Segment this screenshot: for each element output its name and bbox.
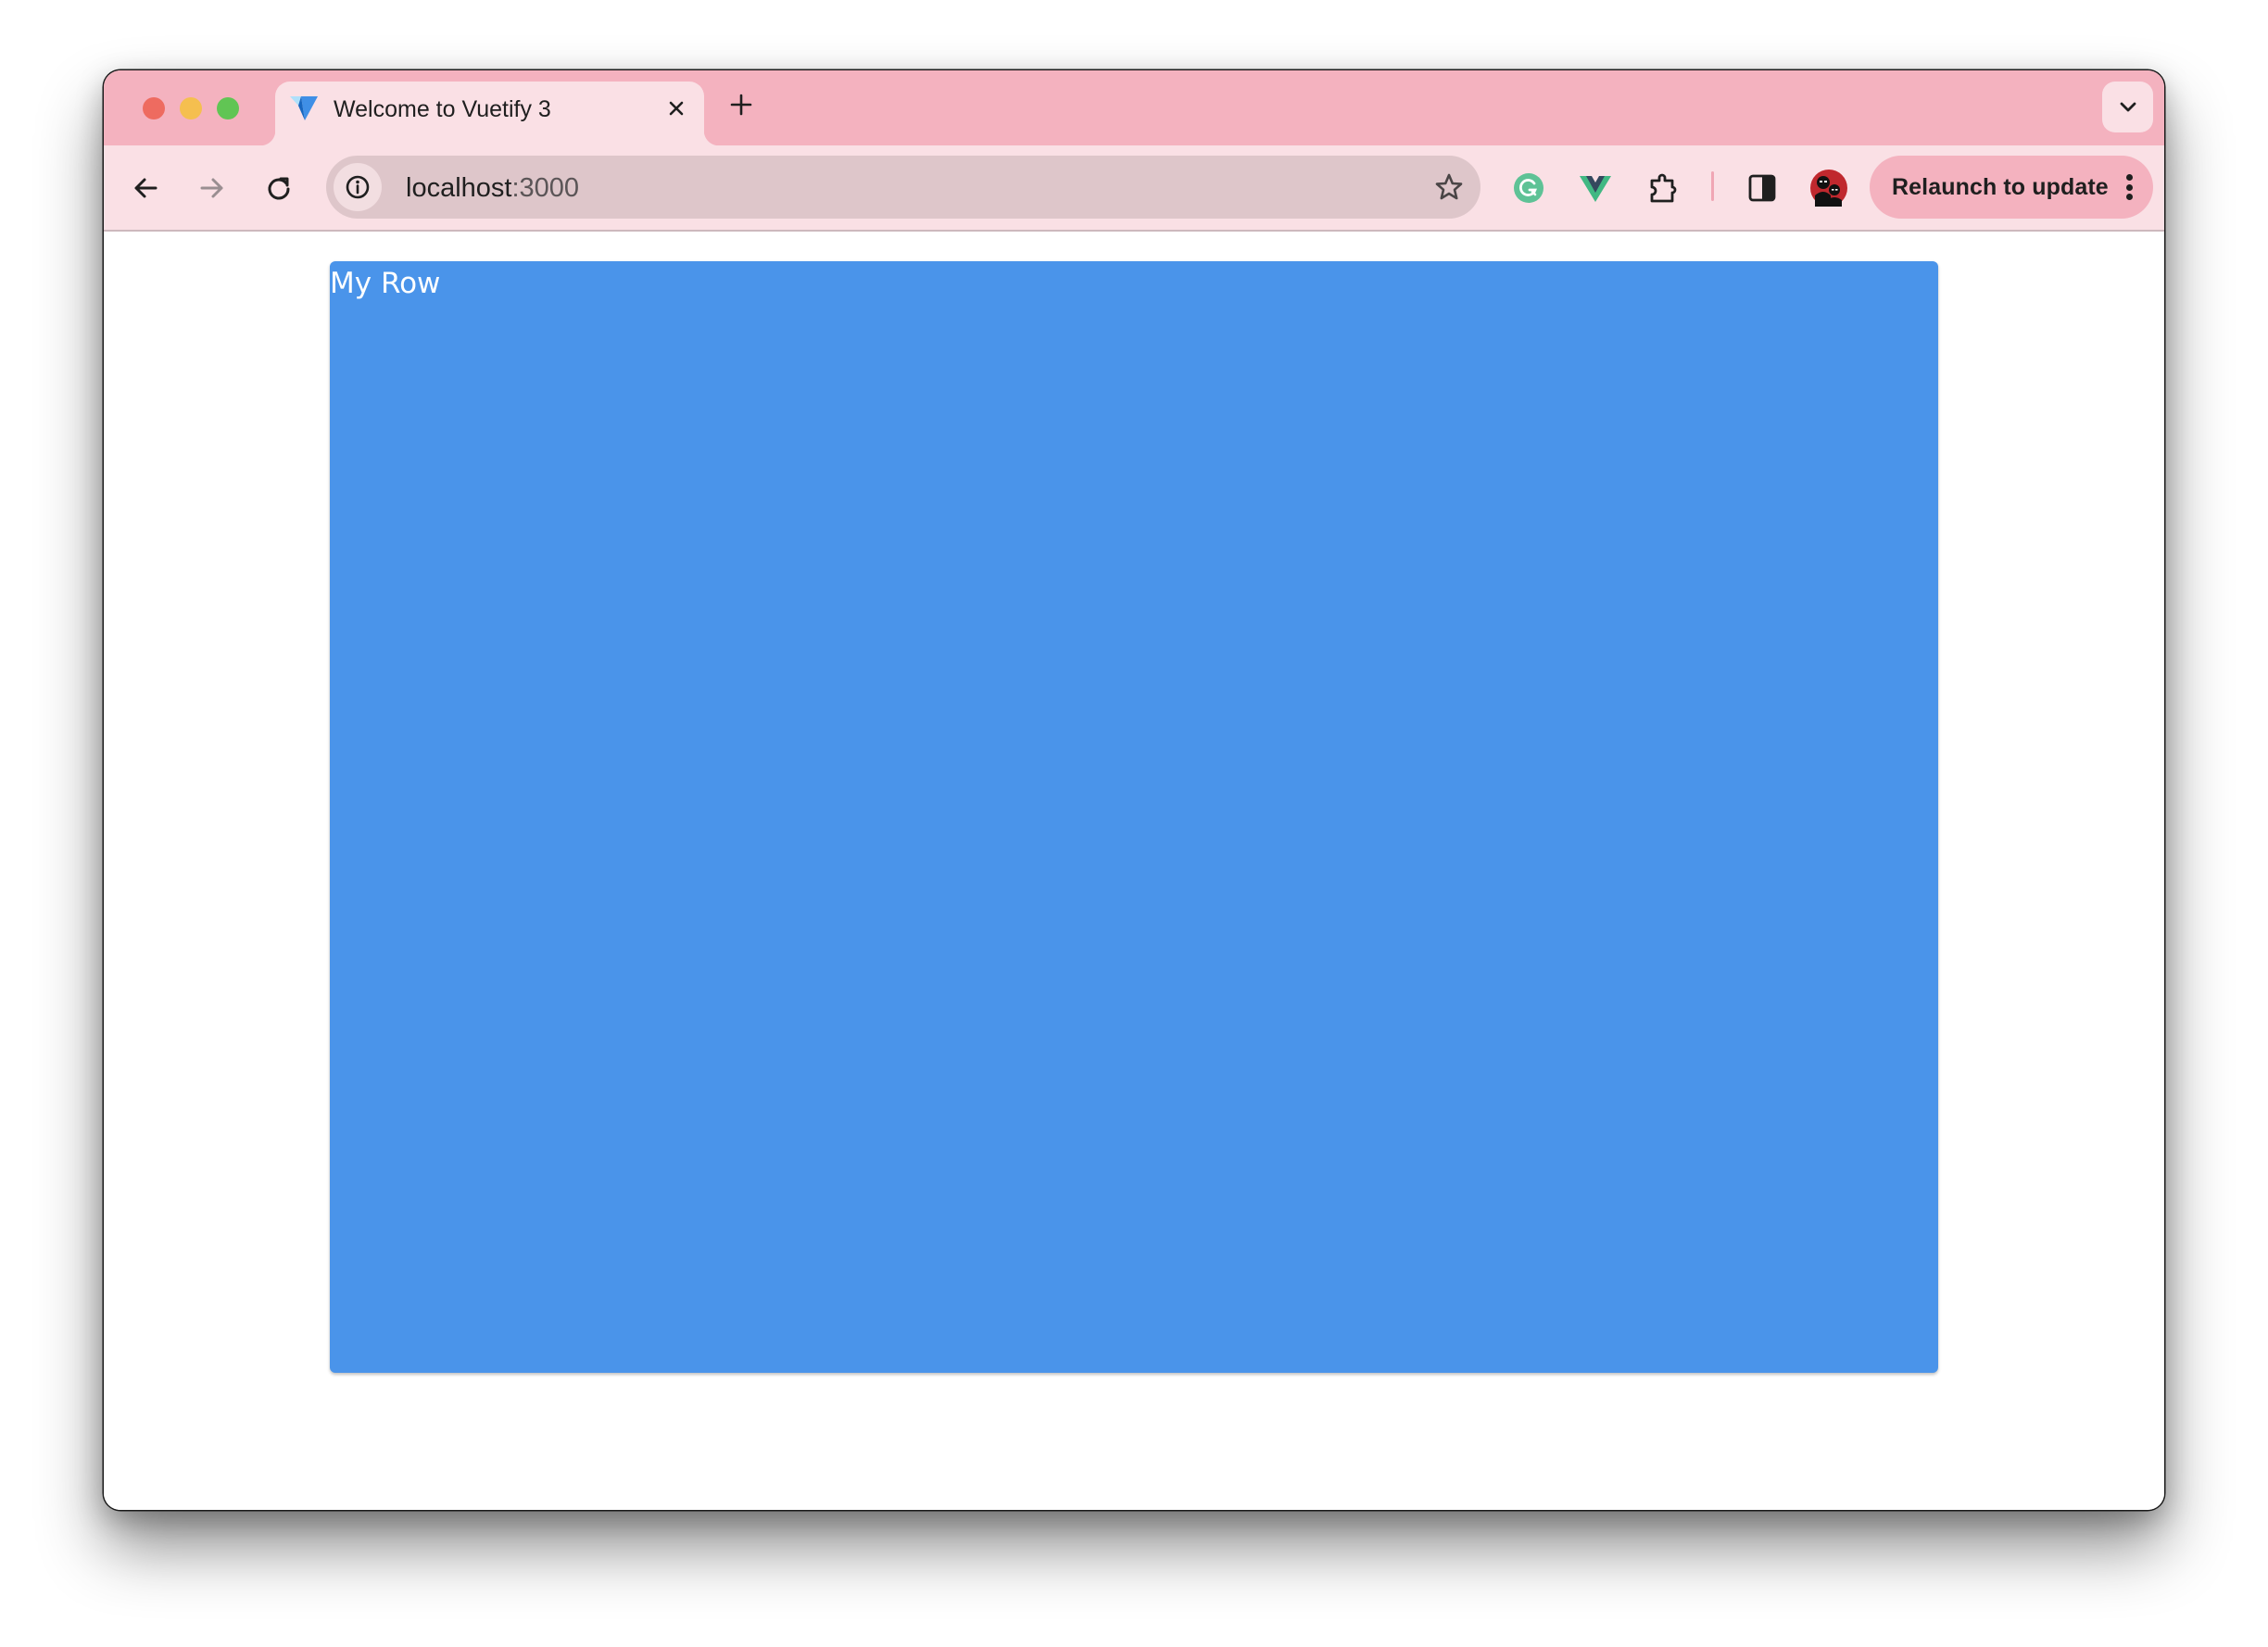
- tab-active[interactable]: Welcome to Vuetify 3: [260, 82, 719, 145]
- close-window-button[interactable]: [143, 97, 165, 119]
- row-container: My Row: [330, 261, 1938, 1373]
- bookmark-button[interactable]: [1430, 169, 1468, 206]
- minimize-window-button[interactable]: [180, 97, 202, 119]
- tab-strip: Welcome to Vuetify 3: [104, 70, 2164, 145]
- address-bar[interactable]: localhost:3000: [326, 156, 1480, 219]
- tab-close-button[interactable]: [662, 94, 690, 122]
- plus-icon: [730, 94, 752, 116]
- back-button[interactable]: [128, 170, 163, 206]
- toolbar-separator: [1711, 171, 1714, 201]
- arrow-right-icon: [200, 178, 223, 198]
- toolbar: localhost:3000 Relaunch to update: [104, 145, 2164, 232]
- more-vert-icon[interactable]: [2122, 170, 2136, 204]
- url-text[interactable]: localhost:3000: [406, 172, 579, 204]
- tab-search-button[interactable]: [2102, 82, 2153, 132]
- close-icon: [669, 101, 684, 116]
- chevron-down-icon: [2120, 102, 2136, 111]
- reload-button[interactable]: [261, 170, 296, 206]
- new-tab-button[interactable]: [725, 89, 757, 120]
- relaunch-label: Relaunch to update: [1892, 174, 2109, 200]
- url-port: :3000: [511, 173, 580, 203]
- vue-icon: [1580, 176, 1611, 202]
- maximize-window-button[interactable]: [217, 97, 239, 119]
- relaunch-to-update-button[interactable]: Relaunch to update: [1870, 156, 2153, 219]
- url-host: localhost: [406, 173, 512, 203]
- tab-title: Welcome to Vuetify 3: [334, 96, 551, 122]
- side-panel-icon: [1748, 174, 1776, 202]
- site-info-button[interactable]: [334, 163, 382, 211]
- profile-button[interactable]: [1810, 170, 1847, 207]
- star-icon: [1435, 173, 1463, 200]
- avatar: [1810, 170, 1847, 207]
- reload-icon: [268, 177, 290, 200]
- side-panel-button[interactable]: [1744, 170, 1781, 207]
- grammarly-icon: [1514, 173, 1544, 203]
- grammarly-extension-button[interactable]: [1510, 170, 1547, 207]
- vuetify-logo-icon: [290, 96, 318, 120]
- arrow-left-icon: [134, 178, 158, 198]
- vue-devtools-extension-button[interactable]: [1577, 170, 1614, 207]
- puzzle-icon: [1650, 173, 1677, 203]
- extensions-button[interactable]: [1644, 170, 1682, 207]
- forward-button[interactable]: [195, 170, 230, 206]
- row-label: My Row: [330, 267, 441, 300]
- page-viewport: My Row: [104, 232, 2164, 1510]
- info-icon: [346, 175, 370, 199]
- browser-window: Welcome to Vuetify 3 localhost:3000 Rela…: [104, 70, 2164, 1510]
